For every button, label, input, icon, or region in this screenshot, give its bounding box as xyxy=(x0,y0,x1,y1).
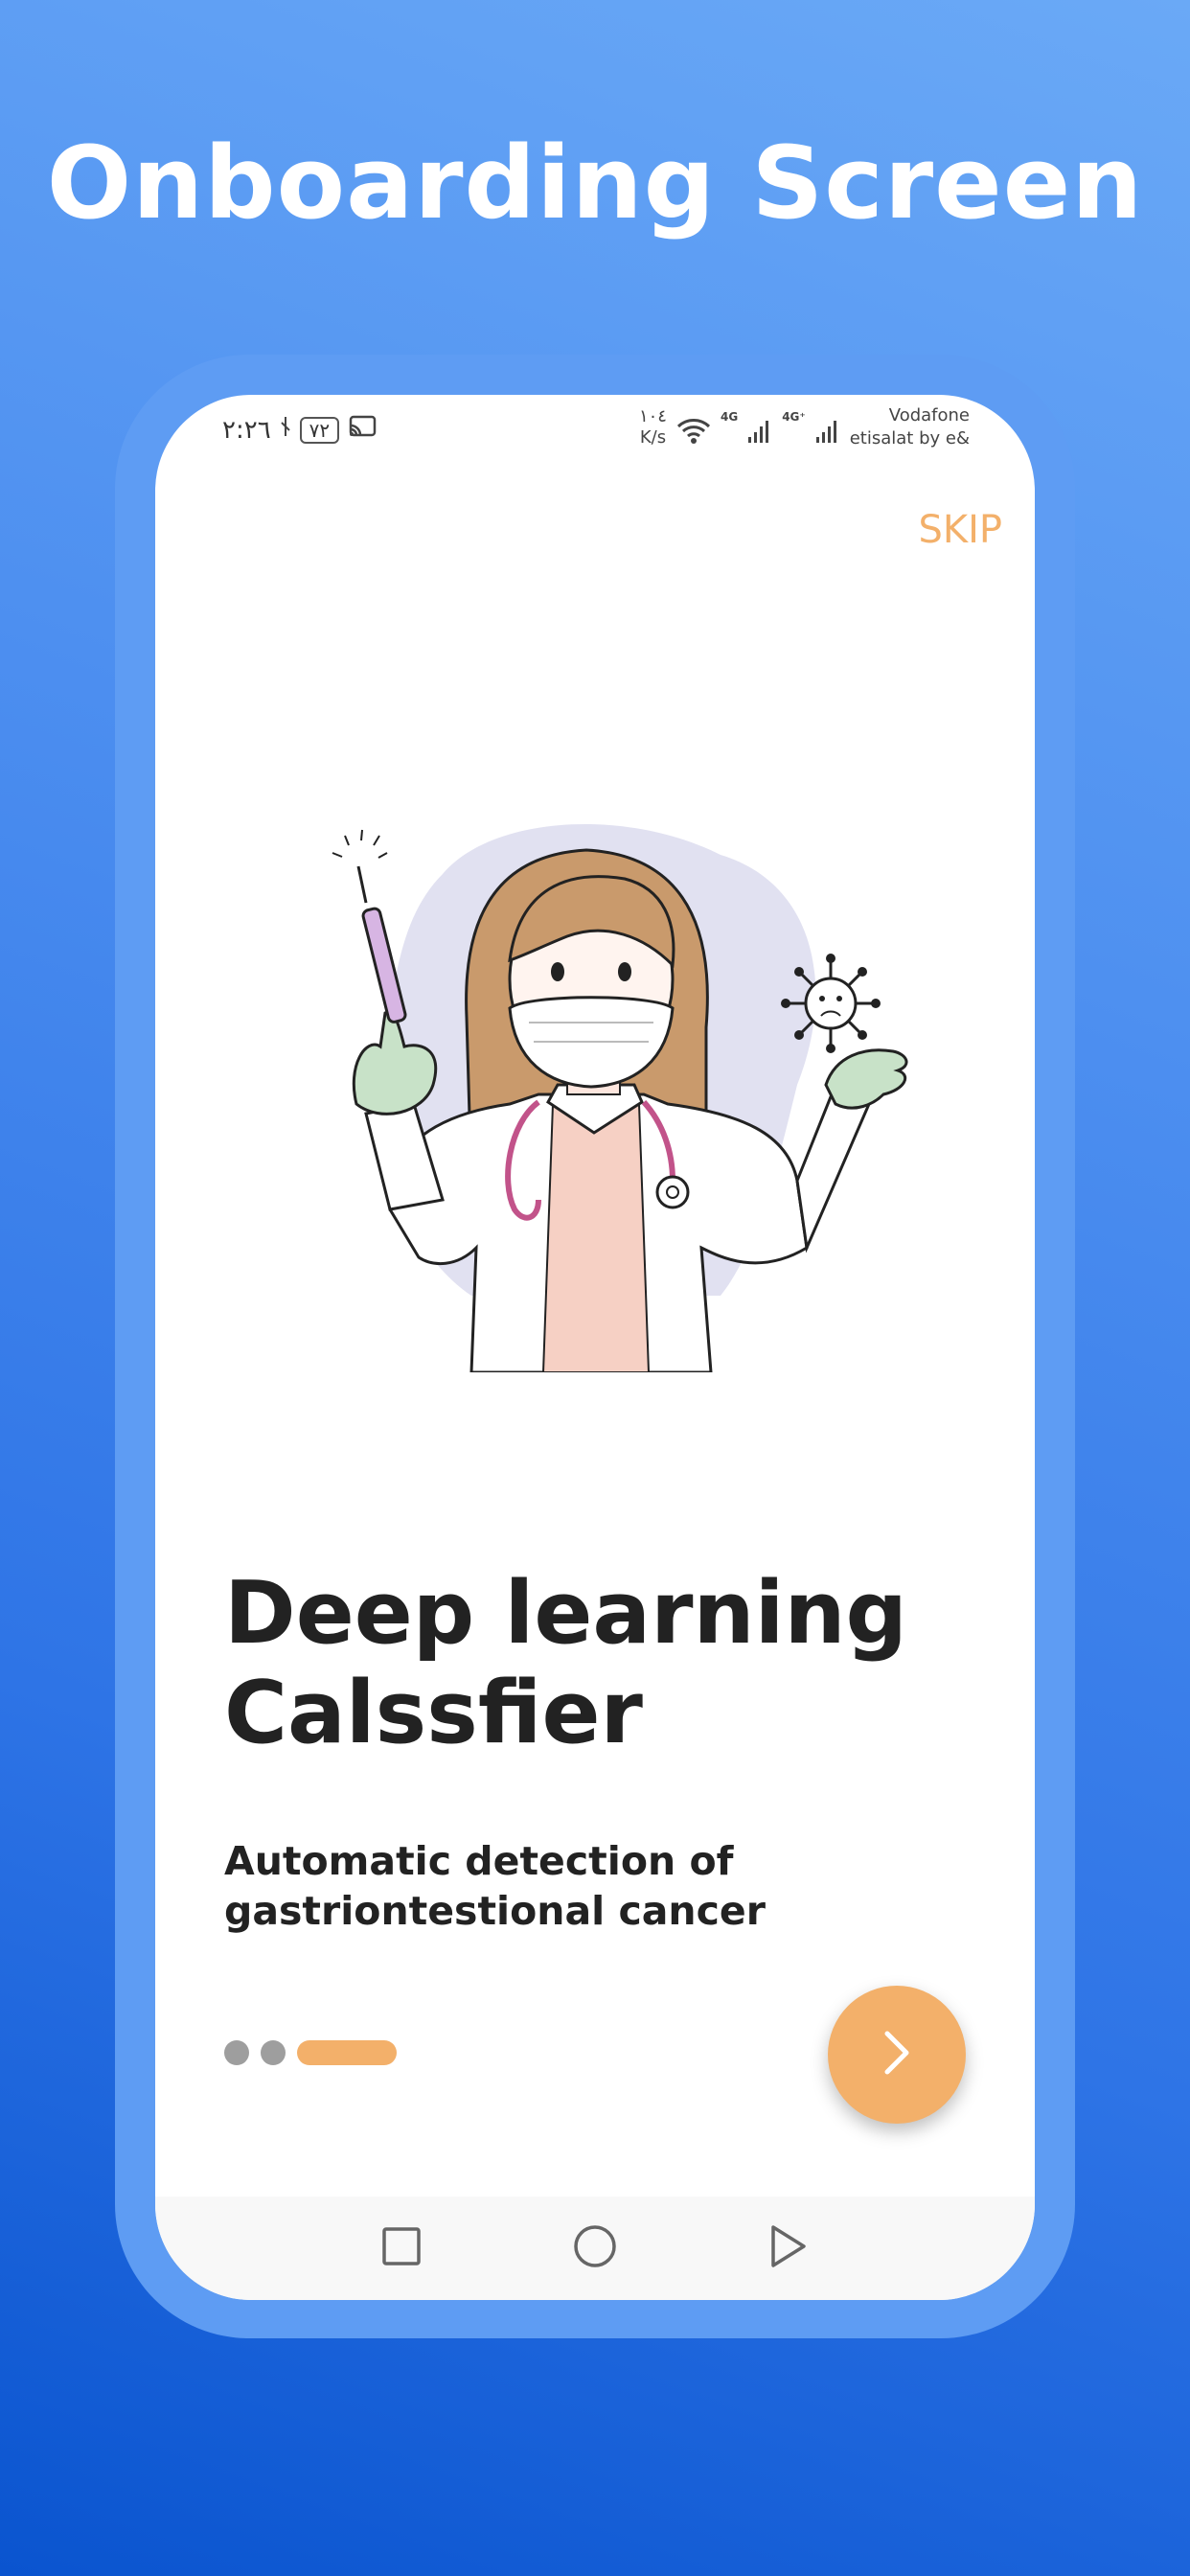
signal-icon xyxy=(279,415,292,445)
status-time: ٢:٢٦ xyxy=(222,415,271,445)
page-dot-1[interactable] xyxy=(224,2040,249,2065)
network-speed: ١٠٤ K/s xyxy=(639,406,667,448)
headline-line-2: Calssfier xyxy=(224,1663,643,1763)
status-left: ٢:٢٦ ٧٢ xyxy=(222,414,378,446)
nav-recents-button[interactable] xyxy=(378,2224,425,2272)
doctor-illustration xyxy=(332,823,908,1372)
cell-signal-icon xyxy=(815,418,840,448)
nav-back-icon xyxy=(769,2224,808,2273)
skip-button[interactable]: SKIP xyxy=(918,508,1002,552)
status-right: ١٠٤ K/s 4G 4G⁺ Vodafone etisalat by e& xyxy=(639,404,970,450)
page-dot-2[interactable] xyxy=(261,2040,286,2065)
network-speed-value: ١٠٤ xyxy=(638,406,667,426)
network-speed-unit: K/s xyxy=(639,427,667,448)
cell-signal-icon xyxy=(747,418,772,448)
carrier-1: Vodafone xyxy=(888,405,970,426)
nav-home-icon xyxy=(573,2224,617,2273)
phone-screen: ٢:٢٦ ٧٢ ١٠٤ K/s 4G 4G⁺ Vodafone etisalat… xyxy=(155,395,1035,2300)
nav-recents-icon xyxy=(381,2226,422,2271)
onboarding-headline: Deep learning Calssfier xyxy=(224,1564,972,1763)
wifi-icon xyxy=(676,418,711,448)
carrier-names: Vodafone etisalat by e& xyxy=(850,404,970,450)
onboarding-subtitle: Automatic detection of gastriontestional… xyxy=(224,1836,972,1936)
page-dot-3-active[interactable] xyxy=(297,2040,397,2065)
network-type-2: 4G⁺ xyxy=(782,410,806,424)
system-nav-bar xyxy=(155,2196,1035,2300)
status-bar: ٢:٢٦ ٧٢ ١٠٤ K/s 4G 4G⁺ Vodafone etisalat… xyxy=(155,395,1035,472)
subtitle-line-2: gastriontestional cancer xyxy=(224,1888,766,1934)
cast-icon xyxy=(347,414,378,446)
headline-line-1: Deep learning xyxy=(224,1563,907,1664)
chevron-right-icon xyxy=(874,2024,920,2086)
nav-home-button[interactable] xyxy=(571,2224,619,2272)
next-button[interactable] xyxy=(828,1986,966,2124)
subtitle-line-1: Automatic detection of xyxy=(224,1838,734,1884)
page-indicator xyxy=(224,2040,397,2065)
battery-indicator: ٧٢ xyxy=(299,416,340,444)
page-title: Onboarding Screen xyxy=(46,125,1144,242)
nav-back-button[interactable] xyxy=(765,2224,812,2272)
network-type-1: 4G xyxy=(720,410,739,424)
carrier-2: etisalat by e& xyxy=(849,428,970,448)
